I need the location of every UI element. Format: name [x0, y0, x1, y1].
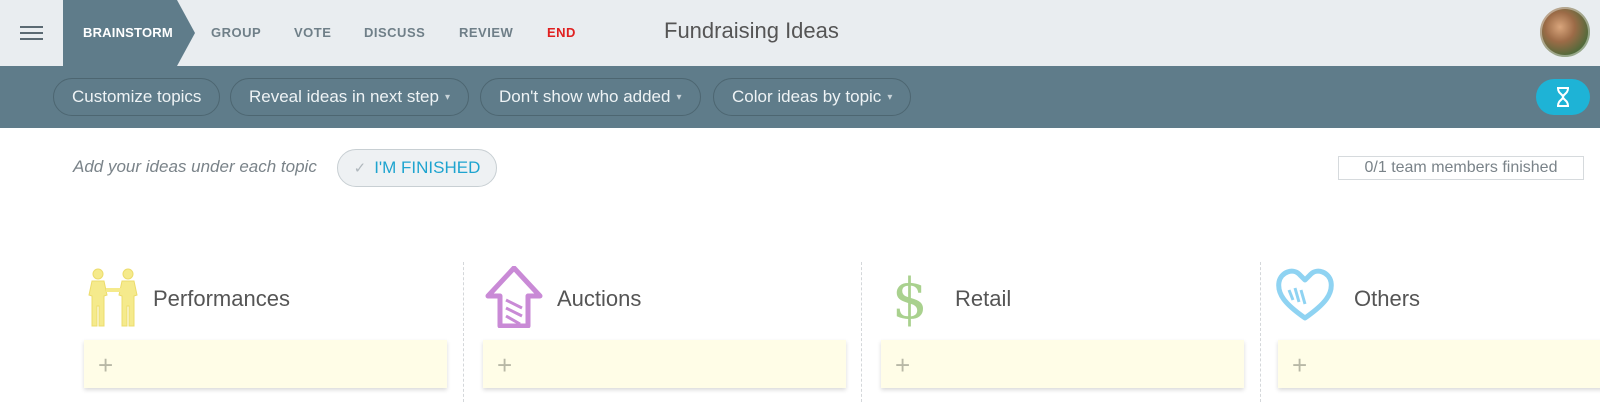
- svg-text:$: $: [892, 267, 928, 328]
- customize-topics-label: Customize topics: [72, 87, 202, 106]
- topic-column-others: Others +: [1260, 262, 1600, 402]
- dollar-icon: $: [892, 267, 928, 328]
- im-finished-button[interactable]: ✓ I'M FINISHED: [337, 149, 497, 187]
- top-nav: BRAINSTORM GROUP VOTE DISCUSS REVIEW END…: [0, 0, 1600, 66]
- step-discuss[interactable]: DISCUSS: [364, 25, 425, 40]
- check-icon: ✓: [353, 160, 367, 177]
- timer-button[interactable]: [1536, 79, 1590, 115]
- add-idea-button[interactable]: +: [483, 340, 846, 388]
- step-group[interactable]: GROUP: [211, 25, 261, 40]
- step-review[interactable]: REVIEW: [459, 25, 513, 40]
- plus-icon: +: [895, 350, 911, 380]
- color-ideas-dropdown[interactable]: Color ideas by topic ▾: [713, 78, 912, 116]
- reveal-ideas-dropdown[interactable]: Reveal ideas in next step ▾: [230, 78, 469, 116]
- reveal-ideas-label: Reveal ideas in next step: [249, 87, 439, 106]
- menu-button[interactable]: [0, 0, 62, 66]
- chevron-down-icon: ▾: [887, 92, 893, 103]
- add-idea-button[interactable]: +: [881, 340, 1244, 388]
- step-brainstorm-label: BRAINSTORM: [83, 25, 173, 40]
- show-authors-dropdown[interactable]: Don't show who added ▾: [480, 78, 701, 116]
- hamburger-icon: [19, 22, 43, 44]
- heart-icon: [1276, 268, 1334, 321]
- members-finished-status: 0/1 team members finished: [1338, 156, 1584, 180]
- im-finished-label: I'M FINISHED: [374, 158, 481, 177]
- color-ideas-label: Color ideas by topic: [732, 87, 882, 106]
- topic-title: Performances: [153, 286, 290, 311]
- topic-column-auctions: Auctions +: [463, 262, 861, 402]
- board-title: Fundraising Ideas: [664, 18, 839, 43]
- topic-title: Retail: [955, 286, 1012, 311]
- avatar[interactable]: [1540, 7, 1590, 57]
- add-idea-button[interactable]: +: [1278, 340, 1600, 388]
- chevron-down-icon: ▾: [676, 92, 682, 103]
- step-end[interactable]: END: [547, 25, 576, 40]
- topic-column-performances: Performances +: [60, 262, 457, 402]
- hourglass-icon: [1557, 87, 1569, 107]
- add-idea-button[interactable]: +: [84, 340, 447, 388]
- plus-icon: +: [1292, 350, 1308, 380]
- step-vote[interactable]: VOTE: [294, 25, 331, 40]
- up-arrow-icon: [485, 266, 543, 328]
- people-icon: [88, 268, 138, 327]
- instruction-text: Add your ideas under each topic: [73, 157, 317, 176]
- settings-toolbar: Customize topics Reveal ideas in next st…: [0, 66, 1600, 128]
- topic-column-retail: $ Retail +: [861, 262, 1259, 402]
- customize-topics-button[interactable]: Customize topics: [53, 78, 221, 116]
- topic-title: Others: [1354, 286, 1421, 311]
- topic-title: Auctions: [557, 286, 642, 311]
- show-authors-label: Don't show who added: [499, 87, 671, 106]
- chevron-down-icon: ▾: [444, 92, 450, 103]
- plus-icon: +: [98, 350, 114, 380]
- plus-icon: +: [497, 350, 513, 380]
- step-brainstorm[interactable]: BRAINSTORM: [63, 0, 195, 66]
